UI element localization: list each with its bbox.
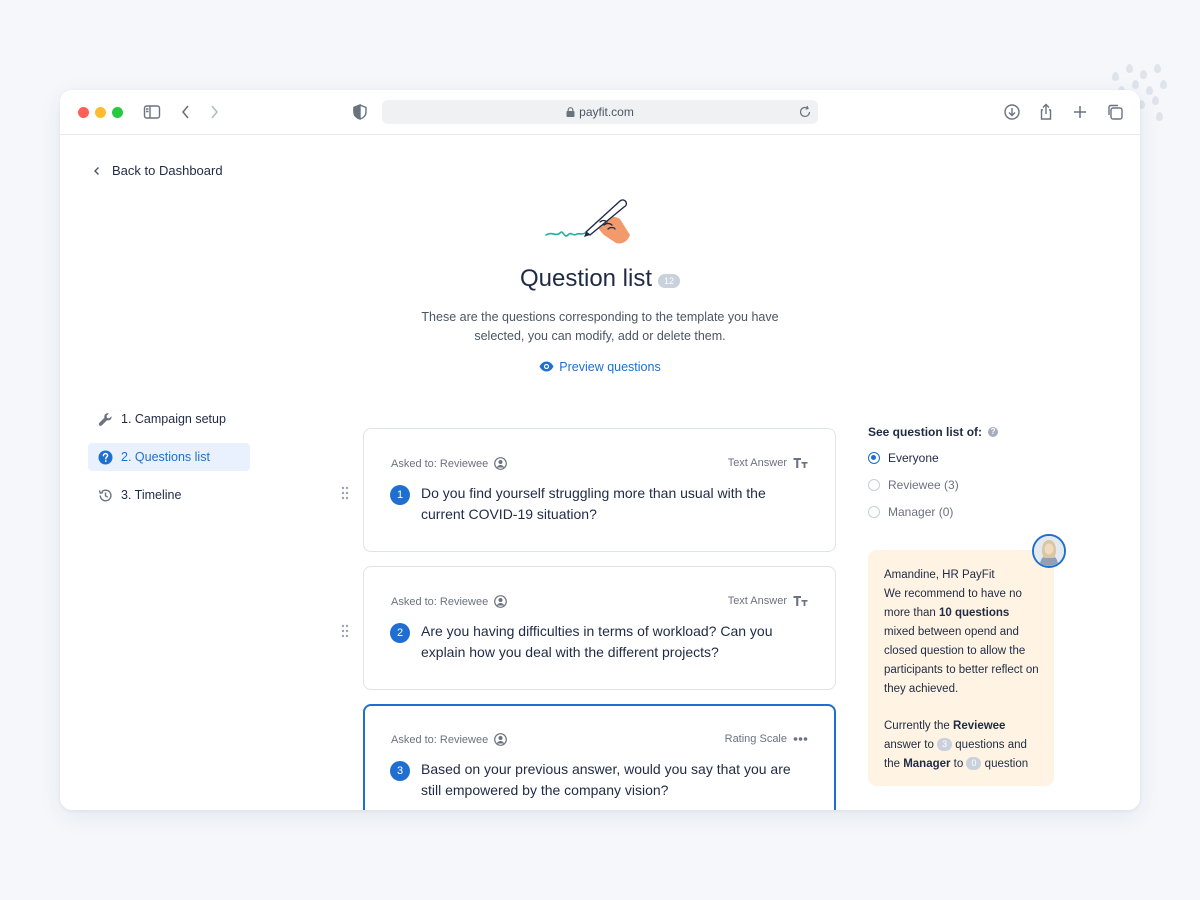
tip-text: to xyxy=(950,758,967,770)
radio-button[interactable] xyxy=(868,506,880,518)
preview-questions-link[interactable]: Preview questions xyxy=(60,360,1140,374)
reload-icon[interactable] xyxy=(798,105,812,119)
filter-option-label: Reviewee (3) xyxy=(888,478,959,492)
answer-type: Text Answer xyxy=(728,595,808,607)
sidebar-toggle-icon[interactable] xyxy=(142,102,162,122)
title-row: Question list 12 xyxy=(60,265,1140,293)
user-circle-icon xyxy=(494,733,508,746)
browser-window: payfit.com Back to Dashboard Question li… xyxy=(60,90,1140,810)
tip-text: question xyxy=(981,758,1029,770)
step-questions-list[interactable]: 2. Questions list xyxy=(88,443,250,471)
text-size-icon xyxy=(793,596,808,606)
page-title: Question list xyxy=(519,265,653,292)
download-icon[interactable] xyxy=(1002,102,1022,122)
question-number: 1 xyxy=(390,485,410,505)
tip-highlight: Reviewee xyxy=(953,720,1006,732)
asked-to-label: Asked to: Reviewee xyxy=(391,595,489,608)
eye-icon xyxy=(539,361,554,372)
dots-scale-icon xyxy=(793,737,808,741)
minimize-window-button[interactable] xyxy=(95,107,106,118)
campaign-steps-nav: 1. Campaign setup 2. Questions list 3. T… xyxy=(88,405,250,519)
back-to-dashboard-link[interactable]: Back to Dashboard xyxy=(92,163,223,178)
question-list-filter: See question list of: ? Everyone Reviewe… xyxy=(868,425,1068,519)
preview-questions-label: Preview questions xyxy=(559,360,661,374)
share-icon[interactable] xyxy=(1036,102,1056,122)
new-tab-icon[interactable] xyxy=(1070,102,1090,122)
question-text: Based on your previous answer, would you… xyxy=(421,761,791,798)
asked-to-label: Asked to: Reviewee xyxy=(391,733,489,746)
back-link-label: Back to Dashboard xyxy=(112,163,223,178)
radio-button[interactable] xyxy=(868,452,880,464)
answer-type: Text Answer xyxy=(728,457,808,469)
user-circle-icon xyxy=(494,595,508,608)
question-number: 3 xyxy=(390,761,410,781)
filter-title-label: See question list of: xyxy=(868,425,983,439)
close-window-button[interactable] xyxy=(78,107,89,118)
url-text: payfit.com xyxy=(579,105,634,119)
tip-text: mixed between opend and closed question … xyxy=(884,626,1039,695)
forward-arrow-icon[interactable] xyxy=(204,102,224,122)
user-circle-icon xyxy=(494,457,508,470)
tip-recommendation: We recommend to have no more than 10 que… xyxy=(884,585,1042,699)
answer-type: Rating Scale xyxy=(725,733,808,745)
question-circle-icon xyxy=(98,450,113,464)
reviewee-count-badge: 3 xyxy=(937,738,953,751)
filter-option-manager[interactable]: Manager (0) xyxy=(868,505,1068,519)
question-card[interactable]: Asked to: Reviewee Text Answer 1 Do you … xyxy=(363,428,836,552)
manager-count-badge: 0 xyxy=(966,757,982,770)
tip-current-status: Currently the Reviewee answer to 3 quest… xyxy=(884,717,1042,774)
page-subtitle: These are the questions corresponding to… xyxy=(421,310,779,343)
tip-highlight: 10 questions xyxy=(938,607,1010,619)
page-content: Back to Dashboard Question list 12 These … xyxy=(60,135,1140,810)
filter-option-label: Everyone xyxy=(888,451,939,465)
step-label: 2. Questions list xyxy=(121,450,210,464)
question-number: 2 xyxy=(390,623,410,643)
filter-option-reviewee[interactable]: Reviewee (3) xyxy=(868,478,1068,492)
chevron-left-icon xyxy=(94,166,99,175)
step-label: 1. Campaign setup xyxy=(121,412,226,426)
asked-to: Asked to: Reviewee xyxy=(391,457,508,470)
radio-button[interactable] xyxy=(868,479,880,491)
shield-icon[interactable] xyxy=(350,102,370,122)
tip-highlight: Manager xyxy=(903,758,951,770)
tip-text: Currently the xyxy=(884,720,954,732)
answer-type-label: Text Answer xyxy=(727,595,787,607)
hr-tip-card: Amandine, HR PayFit We recommend to have… xyxy=(868,550,1054,786)
history-icon xyxy=(98,489,112,501)
maximize-window-button[interactable] xyxy=(112,107,123,118)
step-label: 3. Timeline xyxy=(121,488,182,502)
question-card[interactable]: Asked to: Reviewee Text Answer 2 Are you… xyxy=(363,566,836,690)
filter-title: See question list of: ? xyxy=(868,425,1068,439)
tab-overview-icon[interactable] xyxy=(1105,102,1125,122)
asked-to: Asked to: Reviewee xyxy=(391,595,508,608)
filter-option-label: Manager (0) xyxy=(888,505,954,519)
asked-to-label: Asked to: Reviewee xyxy=(391,457,489,470)
drag-handle-icon[interactable] xyxy=(340,486,350,500)
question-card-selected[interactable]: Asked to: Reviewee Rating Scale 3 Based … xyxy=(363,704,836,810)
question-text: Do you find yourself struggling more tha… xyxy=(421,485,766,522)
lock-icon xyxy=(566,107,575,117)
answer-type-label: Text Answer xyxy=(727,457,787,469)
answer-type-label: Rating Scale xyxy=(724,733,787,745)
tip-text: answer to xyxy=(884,739,938,751)
hand-writing-illustration xyxy=(545,199,630,244)
step-timeline[interactable]: 3. Timeline xyxy=(88,481,250,509)
filter-option-everyone[interactable]: Everyone xyxy=(868,451,1068,465)
drag-handle-icon[interactable] xyxy=(340,624,350,638)
text-size-icon xyxy=(793,458,808,468)
avatar xyxy=(1032,534,1066,568)
step-campaign-setup[interactable]: 1. Campaign setup xyxy=(88,405,250,433)
question-count-badge: 12 xyxy=(658,274,681,288)
asked-to: Asked to: Reviewee xyxy=(391,733,508,746)
help-icon[interactable]: ? xyxy=(988,427,999,437)
address-bar[interactable]: payfit.com xyxy=(382,100,818,124)
back-arrow-icon[interactable] xyxy=(176,102,196,122)
tip-author: Amandine, HR PayFit xyxy=(884,569,995,581)
wrench-icon xyxy=(98,412,112,426)
question-text: Are you having difficulties in terms of … xyxy=(421,623,773,660)
browser-toolbar: payfit.com xyxy=(60,90,1140,135)
